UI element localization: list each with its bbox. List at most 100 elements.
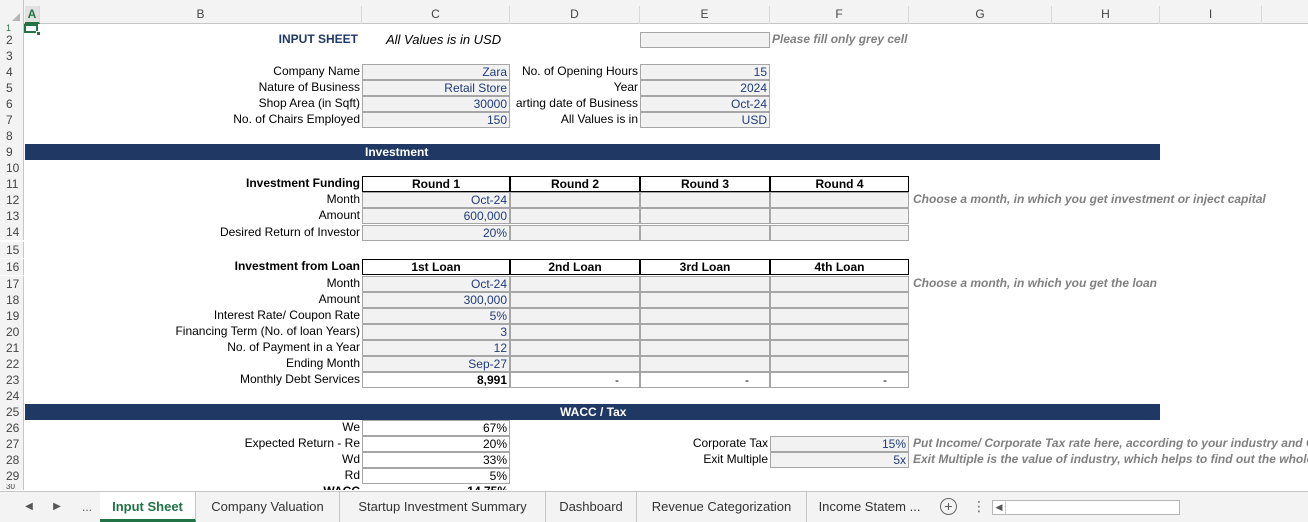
prev-sheet-arrow-icon[interactable]: ◀ — [22, 500, 36, 514]
row-header-16[interactable]: 16 — [0, 259, 24, 275]
exit-multiple-input[interactable]: 5x — [770, 452, 909, 468]
year-input[interactable]: 2024 — [640, 80, 770, 96]
round-4-month-input[interactable] — [770, 192, 909, 208]
start-date-input[interactable]: Oct-24 — [640, 96, 770, 112]
row-header-9[interactable]: 9 — [0, 144, 24, 160]
row-header-19[interactable]: 19 — [0, 308, 24, 324]
row-header-29[interactable]: 29 — [0, 468, 24, 484]
tab-dashboard[interactable]: Dashboard — [546, 492, 637, 522]
opening-hours-input[interactable]: 15 — [640, 64, 770, 80]
loan-3-term-input[interactable] — [640, 324, 770, 340]
row-header-7[interactable]: 7 — [0, 112, 24, 128]
row-header-2[interactable]: 2 — [0, 32, 24, 48]
loan-4-rate-input[interactable] — [770, 308, 909, 324]
round-2-amount-input[interactable] — [510, 208, 640, 224]
row-header-30[interactable]: 30 — [0, 484, 24, 490]
loan-3-rate-input[interactable] — [640, 308, 770, 324]
loan-2-term-input[interactable] — [510, 324, 640, 340]
row-header-23[interactable]: 23 — [0, 372, 24, 388]
tab-revenue-categorization[interactable]: Revenue Categorization — [637, 492, 807, 522]
add-sheet-button[interactable]: + — [940, 498, 957, 515]
fill-handle[interactable] — [36, 31, 41, 36]
column-header-d[interactable]: D — [510, 6, 640, 24]
loan-4-term-input[interactable] — [770, 324, 909, 340]
tab-input-sheet[interactable]: Input Sheet — [100, 492, 196, 522]
column-header-a[interactable]: A — [25, 6, 40, 24]
next-sheet-arrow-icon[interactable]: ▶ — [50, 500, 64, 514]
loan-month-input[interactable]: Oct-24 — [362, 276, 510, 292]
row-header-27[interactable]: 27 — [0, 436, 24, 452]
row-header-13[interactable]: 13 — [0, 208, 24, 224]
row-header-26[interactable]: 26 — [0, 420, 24, 436]
row-header-20[interactable]: 20 — [0, 324, 24, 340]
spreadsheet-grid[interactable]: A B C D E F G H I 1 2 3 4 5 6 7 8 9 10 1… — [0, 0, 1308, 490]
loan-4-month-input[interactable] — [770, 276, 909, 292]
row-header-22[interactable]: 22 — [0, 356, 24, 372]
loan-2-amount-input[interactable] — [510, 292, 640, 308]
column-header-e[interactable]: E — [640, 6, 770, 24]
investment-amount-input[interactable]: 600,000 — [362, 208, 510, 224]
tab-income-statement[interactable]: Income Statem ... — [807, 492, 932, 522]
round-2-month-input[interactable] — [510, 192, 640, 208]
loan-4-payments-input[interactable] — [770, 340, 909, 356]
column-header-i[interactable]: I — [1160, 6, 1262, 24]
nature-input[interactable]: Retail Store — [362, 80, 510, 96]
row-header-5[interactable]: 5 — [0, 80, 24, 96]
row-header-15[interactable]: 15 — [0, 242, 24, 258]
round-3-month-input[interactable] — [640, 192, 770, 208]
loan-3-payments-input[interactable] — [640, 340, 770, 356]
round-3-amount-input[interactable] — [640, 208, 770, 224]
payments-per-year-input[interactable]: 12 — [362, 340, 510, 356]
values-in-input[interactable]: USD — [640, 112, 770, 128]
row-header-24[interactable]: 24 — [0, 388, 24, 404]
investment-month-input[interactable]: Oct-24 — [362, 192, 510, 208]
loan-4-amount-input[interactable] — [770, 292, 909, 308]
row-header-28[interactable]: 28 — [0, 452, 24, 468]
row-header-11[interactable]: 11 — [0, 176, 24, 192]
row-header-1[interactable]: 1 — [0, 24, 24, 33]
column-header-h[interactable]: H — [1052, 6, 1160, 24]
more-sheets-button[interactable]: ... — [78, 500, 96, 514]
row-header-6[interactable]: 6 — [0, 96, 24, 112]
select-all-corner[interactable] — [0, 0, 24, 24]
loan-3-amount-input[interactable] — [640, 292, 770, 308]
loan-2-month-input[interactable] — [510, 276, 640, 292]
row-header-14[interactable]: 14 — [0, 224, 24, 240]
tab-startup-investment-summary[interactable]: Startup Investment Summary — [340, 492, 546, 522]
shop-area-input[interactable]: 30000 — [362, 96, 510, 112]
scroll-left-arrow-icon[interactable]: ◀ — [993, 501, 1006, 514]
column-header-f[interactable]: F — [770, 6, 909, 24]
horizontal-scrollbar[interactable]: ◀ — [992, 500, 1180, 515]
interest-rate-label: Interest Rate/ Coupon Rate — [213, 308, 360, 322]
column-header-g[interactable]: G — [909, 6, 1052, 24]
round-4-amount-input[interactable] — [770, 208, 909, 224]
row-header-25[interactable]: 25 — [0, 404, 24, 420]
row-header-3[interactable]: 3 — [0, 48, 24, 64]
column-header-b[interactable]: B — [40, 6, 362, 24]
row-header-8[interactable]: 8 — [0, 128, 24, 144]
loan-3-month-input[interactable] — [640, 276, 770, 292]
row-header-18[interactable]: 18 — [0, 292, 24, 308]
chairs-input[interactable]: 150 — [362, 112, 510, 128]
row-header-4[interactable]: 4 — [0, 64, 24, 80]
row-header-10[interactable]: 10 — [0, 160, 24, 176]
tab-split-handle-icon[interactable]: ⋮ — [972, 498, 986, 515]
interest-rate-input[interactable]: 5% — [362, 308, 510, 324]
tab-company-valuation[interactable]: Company Valuation — [196, 492, 340, 522]
row-header-17[interactable]: 17 — [0, 276, 24, 292]
round-2-return-input[interactable] — [510, 225, 640, 241]
financing-term-input[interactable]: 3 — [362, 324, 510, 340]
round-3-return-input[interactable] — [640, 225, 770, 241]
exit-multiple-note: Exit Multiple is the value of industry, … — [913, 452, 1308, 466]
company-name-input[interactable]: Zara — [362, 64, 510, 80]
row-header-12[interactable]: 12 — [0, 192, 24, 208]
loan-2-rate-input[interactable] — [510, 308, 640, 324]
round-4-header: Round 4 — [770, 176, 909, 192]
column-header-c[interactable]: C — [362, 6, 510, 24]
desired-return-input[interactable]: 20% — [362, 225, 510, 241]
loan-amount-input[interactable]: 300,000 — [362, 292, 510, 308]
round-4-return-input[interactable] — [770, 225, 909, 241]
loan-2-payments-input[interactable] — [510, 340, 640, 356]
row-header-21[interactable]: 21 — [0, 340, 24, 356]
corporate-tax-input[interactable]: 15% — [770, 436, 909, 452]
